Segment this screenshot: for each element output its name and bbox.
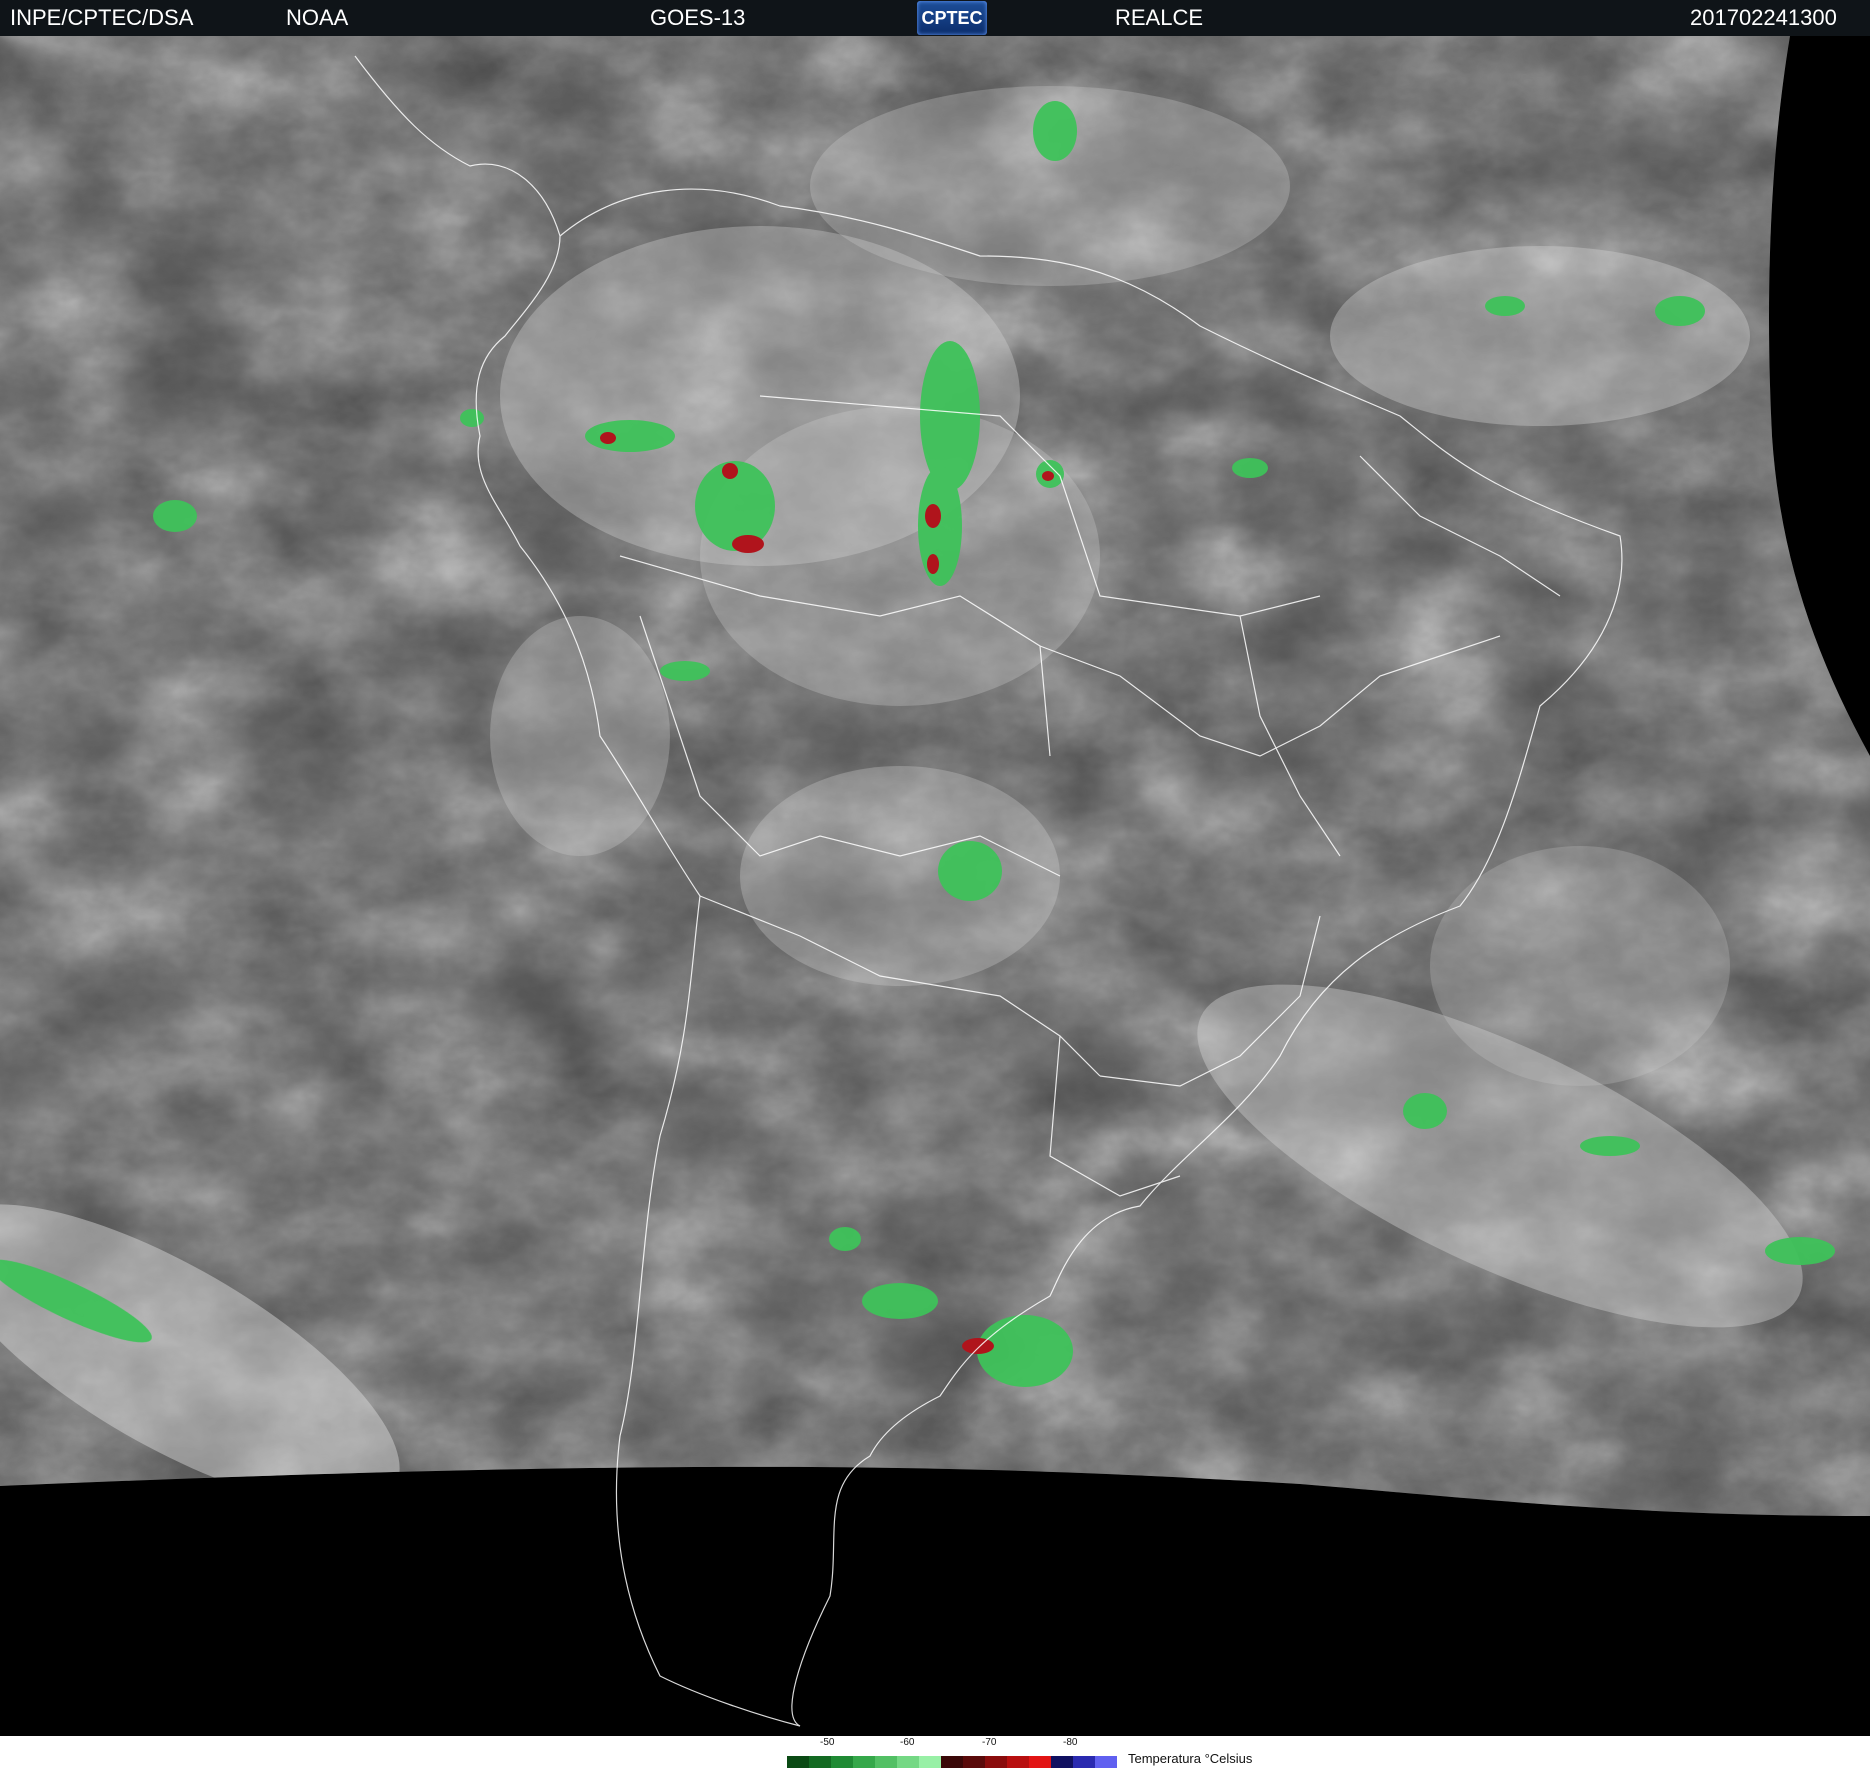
- legend-swatch: [1007, 1756, 1029, 1768]
- satellite-image: [0, 36, 1870, 1736]
- legend-swatch: [1095, 1756, 1117, 1768]
- satellite-label: GOES-13: [650, 5, 746, 30]
- product-label: REALCE: [1115, 5, 1204, 30]
- legend-tick: -80: [1063, 1737, 1078, 1748]
- legend-title: Temperatura °Celsius: [1128, 1751, 1253, 1766]
- legend-swatch: [787, 1756, 809, 1768]
- legend-swatch: [897, 1756, 919, 1768]
- legend-swatch: [1073, 1756, 1095, 1768]
- legend-tick: -50: [820, 1737, 835, 1748]
- source-label: INPE/CPTEC/DSA: [10, 5, 194, 30]
- legend-swatch: [875, 1756, 897, 1768]
- legend-swatch: [809, 1756, 831, 1768]
- timestamp-label: 201702241300: [1690, 5, 1837, 30]
- legend-swatch: [941, 1756, 963, 1768]
- cptec-logo: CPTEC: [917, 1, 987, 35]
- legend-tick: -60: [900, 1737, 915, 1748]
- agency-label: NOAA: [286, 5, 349, 30]
- legend-tick: -70: [982, 1737, 997, 1748]
- legend-swatch: [919, 1756, 941, 1768]
- legend-swatch: [985, 1756, 1007, 1768]
- legend-bar: -50 -60 -70 -80 Temperatura °Celsius: [0, 1736, 1870, 1770]
- earth-disk: [0, 36, 1870, 1516]
- legend-swatch: [853, 1756, 875, 1768]
- legend-swatch: [1029, 1756, 1051, 1768]
- legend-swatch: [1051, 1756, 1073, 1768]
- header-bar: INPE/CPTEC/DSA NOAA GOES-13 CPTEC REALCE…: [0, 0, 1870, 37]
- legend-swatch: [963, 1756, 985, 1768]
- legend-swatch: [831, 1756, 853, 1768]
